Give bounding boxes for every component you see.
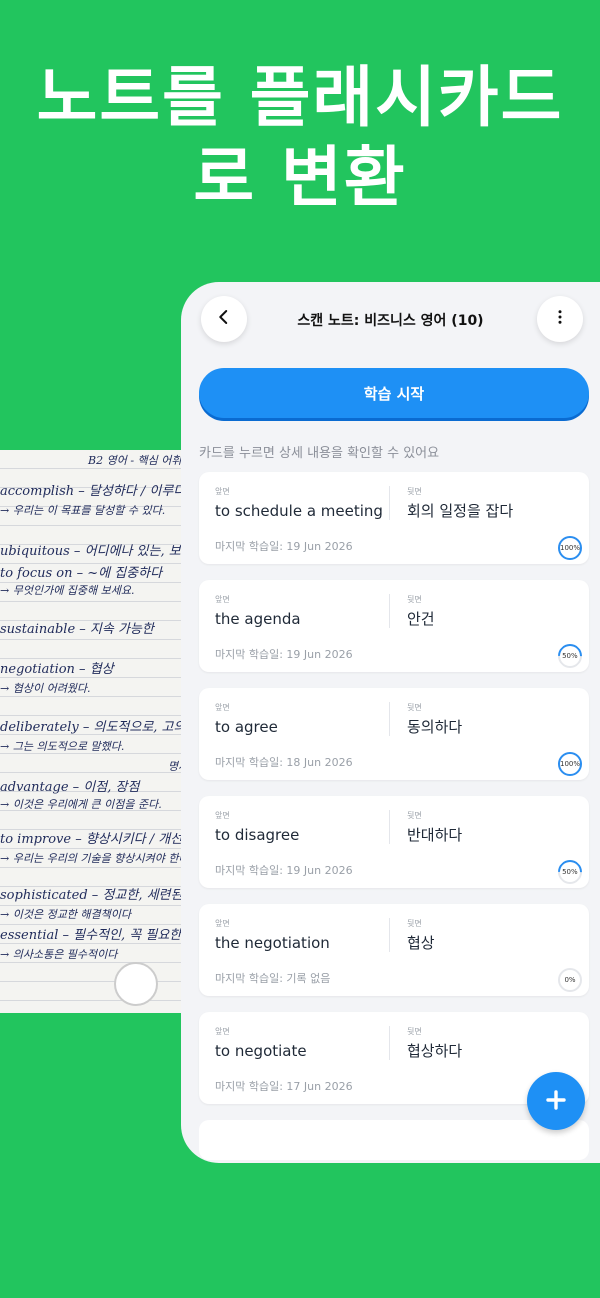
note-line: → 무엇인가에 집중해 보세요. [0, 584, 135, 597]
note-line: sustainable – 지속 가능한 [0, 622, 154, 637]
note-line: B2 영어 - 핵심 어휘 [88, 454, 182, 467]
top-bar: 스캔 노트: 비즈니스 영어 (10) [181, 282, 600, 362]
back-label: 뒷면 [407, 919, 422, 928]
card-front: the agenda [215, 610, 301, 628]
card-back: 협상하다 [407, 1042, 463, 1060]
note-line: → 이것은 정교한 해결책이다 [0, 908, 132, 921]
card-back: 협상 [407, 934, 435, 952]
flashcard[interactable]: 앞면 the agenda 뒷면 안건 마지막 학습일: 19 Jun 2026… [199, 580, 589, 673]
progress-ring: 100% [558, 536, 582, 560]
card-front: to disagree [215, 826, 300, 844]
progress-ring: 100% [558, 752, 582, 776]
divider [389, 486, 390, 520]
hint-text: 카드를 누르면 상세 내용을 확인할 수 있어요 [199, 446, 440, 461]
front-label: 앞면 [215, 595, 230, 604]
flashcard[interactable]: 앞면 to disagree 뒷면 반대하다 마지막 학습일: 19 Jun 2… [199, 796, 589, 889]
last-studied: 마지막 학습일: 19 Jun 2026 [215, 648, 353, 661]
last-studied: 마지막 학습일: 19 Jun 2026 [215, 864, 353, 877]
headline: 노트를 플래시카드 로 변환 [0, 58, 600, 218]
headline-line-1: 노트를 플래시카드 [36, 59, 564, 136]
more-vertical-icon [551, 307, 569, 332]
front-label: 앞면 [215, 811, 230, 820]
last-studied: 마지막 학습일: 17 Jun 2026 [215, 1080, 353, 1093]
progress-ring: 50% [553, 639, 587, 673]
card-back: 반대하다 [407, 826, 463, 844]
flashcard-partial[interactable] [199, 1120, 589, 1160]
note-line: → 우리는 이 목표를 달성할 수 있다. [0, 504, 166, 517]
last-studied: 마지막 학습일: 19 Jun 2026 [215, 540, 353, 553]
card-back: 동의하다 [407, 718, 463, 736]
card-front: the negotiation [215, 934, 330, 952]
progress-ring: 0% [558, 968, 582, 992]
flashcard[interactable]: 앞면 to agree 뒷면 동의하다 마지막 학습일: 18 Jun 2026… [199, 688, 589, 780]
note-line: negotiation – 협상 [0, 662, 114, 677]
back-label: 뒷면 [407, 487, 422, 496]
divider [389, 918, 390, 952]
note-line: essential – 필수적인, 꼭 필요한 [0, 928, 182, 943]
phone-screen: 스캔 노트: 비즈니스 영어 (10) 학습 시작 카드를 누르면 상세 내용을… [181, 282, 600, 1163]
last-studied: 마지막 학습일: 기록 없음 [215, 972, 331, 985]
last-studied: 마지막 학습일: 18 Jun 2026 [215, 756, 353, 769]
camera-shutter-button[interactable] [114, 962, 158, 1006]
note-line: ubiquitous – 어디에나 있는, 보편적인 [0, 544, 195, 559]
card-back: 회의 일정을 잡다 [407, 502, 514, 520]
back-label: 뒷면 [407, 811, 422, 820]
divider [389, 594, 390, 628]
flashcard[interactable]: 앞면 the negotiation 뒷면 협상 마지막 학습일: 기록 없음 … [199, 904, 589, 996]
front-label: 앞면 [215, 1027, 230, 1036]
note-line: to improve – 향상시키다 / 개선하다 / 최 [0, 832, 195, 847]
front-label: 앞면 [215, 703, 230, 712]
note-line: → 우리는 우리의 기술을 향상시켜야 한다. [0, 852, 193, 865]
note-line: → 의사소통은 필수적이다 [0, 948, 118, 961]
progress-ring: 50% [553, 855, 587, 889]
note-line: → 협상이 어려웠다. [0, 682, 91, 695]
divider [389, 702, 390, 736]
note-line: accomplish – 달성하다 / 이루다 [0, 484, 186, 499]
divider [389, 1026, 390, 1060]
front-label: 앞면 [215, 487, 230, 496]
note-line: advantage – 이점, 장점 [0, 780, 140, 795]
headline-line-2: 로 변환 [193, 139, 407, 216]
note-line: deliberately – 의도적으로, 고의로 [0, 720, 195, 735]
note-line: → 이것은 우리에게 큰 이점을 준다. [0, 798, 162, 811]
notebook-photo: B2 영어 - 핵심 어휘 accomplish – 달성하다 / 이루다 → … [0, 450, 195, 1013]
back-label: 뒷면 [407, 1027, 422, 1036]
plus-icon [544, 1082, 568, 1120]
note-line: to focus on – ~에 집중하다 [0, 566, 163, 581]
note-line: → 그는 의도적으로 말했다. [0, 740, 125, 753]
note-line: sophisticated – 정교한, 세련된, 복잡한 [0, 888, 195, 903]
front-label: 앞면 [215, 919, 230, 928]
card-front: to schedule a meeting [215, 502, 383, 520]
back-label: 뒷면 [407, 595, 422, 604]
add-card-button[interactable] [527, 1072, 585, 1130]
back-label: 뒷면 [407, 703, 422, 712]
card-front: to negotiate [215, 1042, 307, 1060]
start-study-button[interactable]: 학습 시작 [199, 368, 589, 418]
divider [389, 810, 390, 844]
more-button[interactable] [537, 296, 583, 342]
card-front: to agree [215, 718, 278, 736]
flashcard[interactable]: 앞면 to schedule a meeting 뒷면 회의 일정을 잡다 마지… [199, 472, 589, 564]
card-back: 안건 [407, 610, 435, 628]
